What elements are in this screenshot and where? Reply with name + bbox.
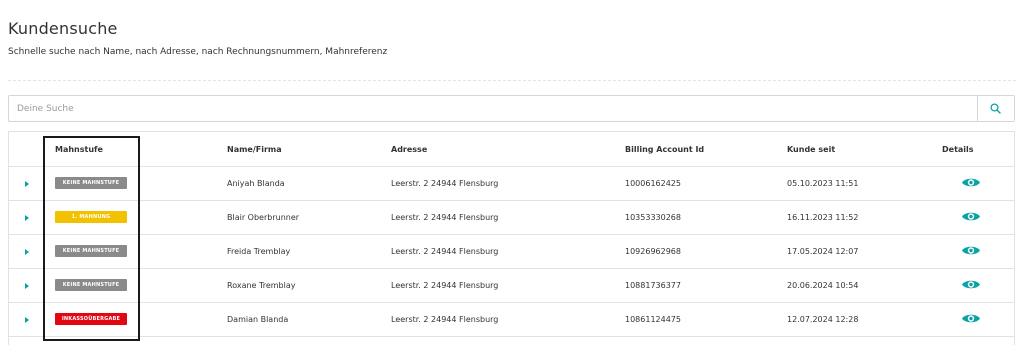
status-badge: 1. MAHNUNG	[55, 211, 127, 223]
status-badge: KEINE MAHNSTUFE	[55, 177, 127, 189]
divider	[8, 80, 1016, 81]
customer-table: Mahnstufe Name/Firma Adresse Billing Acc…	[8, 131, 1015, 345]
column-header-mahnstufe[interactable]: Mahnstufe	[55, 145, 103, 154]
column-header-address[interactable]: Adresse	[391, 145, 427, 154]
customer-address: Leerstr. 2 24944 Flensburg	[391, 213, 499, 222]
eye-icon[interactable]	[961, 210, 981, 223]
expand-arrow-icon[interactable]	[25, 283, 29, 289]
customer-name: Blair Oberbrunner	[227, 213, 300, 222]
status-badge: KEINE MAHNSTUFE	[55, 279, 127, 291]
customer-since: 17.05.2024 12:07	[787, 247, 859, 256]
table-row[interactable]: KEINE MAHNSTUFE Aniyah Blanda Leerstr. 2 2…	[9, 166, 1014, 201]
eye-icon[interactable]	[961, 278, 981, 291]
billing-account-id: 10861124475	[625, 315, 681, 324]
customer-address: Leerstr. 2 24944 Flensburg	[391, 281, 499, 290]
column-header-details: Details	[942, 145, 974, 154]
customer-since: 16.11.2023 11:52	[787, 213, 859, 222]
eye-icon[interactable]	[961, 244, 981, 257]
table-row[interactable]: KEINE MAHNSTUFE Roxane Tremblay Leerstr. 2…	[9, 268, 1014, 303]
expand-arrow-icon[interactable]	[25, 249, 29, 255]
table-header: Mahnstufe Name/Firma Adresse Billing Acc…	[9, 132, 1014, 167]
column-header-name[interactable]: Name/Firma	[227, 145, 282, 154]
expand-arrow-icon[interactable]	[25, 181, 29, 187]
search-icon	[990, 103, 1001, 114]
billing-account-id: 10881736377	[625, 281, 681, 290]
status-badge: INKASSOÜBERGABE	[55, 313, 127, 325]
status-badge: KEINE MAHNSTUFE	[55, 245, 127, 257]
customer-address: Leerstr. 2 24944 Flensburg	[391, 247, 499, 256]
search-button[interactable]	[977, 96, 1014, 121]
table-row[interactable]: KEINE MAHNSTUFE Freida Tremblay Leerstr. 2…	[9, 234, 1014, 269]
billing-account-id: 10353330268	[625, 213, 681, 222]
table-row[interactable]: 1. MAHNUNG Blair Oberbrunner Leerstr. 2 24…	[9, 200, 1014, 235]
customer-name: Freida Tremblay	[227, 247, 291, 256]
customer-name: Damian Blanda	[227, 315, 289, 324]
customer-name: Aniyah Blanda	[227, 179, 285, 188]
expand-arrow-icon[interactable]	[25, 215, 29, 221]
search-input[interactable]	[9, 96, 977, 121]
column-header-billing-id[interactable]: Billing Account Id	[625, 145, 704, 154]
page-title: Kundensuche	[8, 19, 118, 38]
customer-since: 20.06.2024 10:54	[787, 281, 859, 290]
eye-icon[interactable]	[961, 312, 981, 325]
customer-since: 12.07.2024 12:28	[787, 315, 859, 324]
page-subtitle: Schnelle suche nach Name, nach Adresse, …	[8, 47, 388, 57]
column-header-since[interactable]: Kunde seit	[787, 145, 835, 154]
billing-account-id: 10926962968	[625, 247, 681, 256]
search-box	[8, 95, 1015, 122]
customer-since: 05.10.2023 11:51	[787, 179, 859, 188]
expand-arrow-icon[interactable]	[25, 317, 29, 323]
customer-address: Leerstr. 2 24944 Flensburg	[391, 315, 499, 324]
customer-name: Roxane Tremblay	[227, 281, 296, 290]
billing-account-id: 10006162425	[625, 179, 681, 188]
table-row[interactable]: INKASSOÜBERGABE Damian Blanda Leerstr. 2 2…	[9, 302, 1014, 337]
customer-address: Leerstr. 2 24944 Flensburg	[391, 179, 499, 188]
eye-icon[interactable]	[961, 176, 981, 189]
